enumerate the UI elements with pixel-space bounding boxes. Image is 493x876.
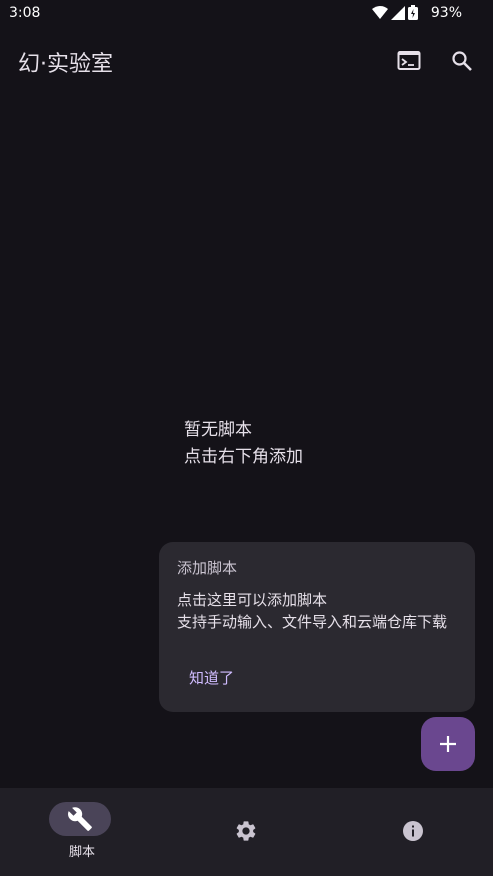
app-bar: 幻·实验室	[0, 28, 493, 92]
gear-icon	[236, 821, 256, 841]
terminal-button[interactable]	[389, 41, 429, 81]
search-icon	[452, 51, 472, 71]
tooltip-title: 添加脚本	[177, 559, 238, 577]
terminal-icon	[397, 51, 421, 70]
status-icons	[372, 5, 418, 20]
search-button[interactable]	[442, 41, 482, 81]
empty-state-hint: 点击右下角添加	[184, 447, 303, 467]
cellular-signal-icon	[391, 5, 405, 20]
nav-active-indicator	[49, 802, 111, 836]
wrench-icon	[68, 807, 92, 831]
add-script-tooltip: 添加脚本 点击这里可以添加脚本 支持手动输入、文件导入和云端仓库下载 知道了	[159, 542, 475, 712]
tooltip-body-line: 点击这里可以添加脚本	[177, 591, 328, 609]
bottom-nav: 脚本	[0, 788, 493, 876]
tooltip-body-line: 支持手动输入、文件导入和云端仓库下载	[177, 613, 448, 631]
battery-percent: 93%	[430, 5, 462, 21]
nav-item-settings[interactable]	[164, 788, 328, 876]
nav-item-scripts[interactable]: 脚本	[0, 788, 164, 876]
empty-state-title: 暂无脚本	[184, 420, 252, 440]
got-it-button[interactable]: 知道了	[179, 663, 244, 692]
info-icon	[403, 821, 423, 841]
tooltip-body: 点击这里可以添加脚本 支持手动输入、文件导入和云端仓库下载	[177, 589, 447, 633]
empty-state: 暂无脚本 点击右下角添加	[184, 417, 303, 471]
nav-label-scripts: 脚本	[68, 845, 95, 860]
add-script-fab[interactable]	[421, 717, 475, 771]
nav-item-about[interactable]	[328, 788, 492, 876]
status-bar: 3:08 93%	[0, 0, 493, 28]
status-time: 3:08	[9, 5, 41, 21]
battery-icon	[408, 5, 418, 20]
page-title: 幻·实验室	[18, 52, 113, 77]
plus-icon	[440, 736, 456, 752]
wifi-icon	[372, 5, 388, 19]
